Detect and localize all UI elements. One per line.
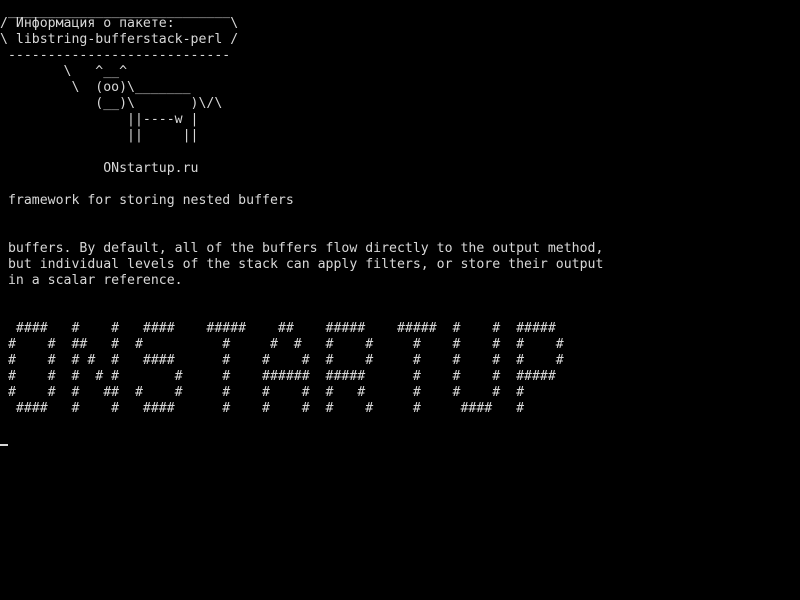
package-description-line: buffers. By default, all of the buffers …	[0, 241, 604, 256]
cow-art-line: \ ^__^	[0, 64, 128, 79]
cow-art-line: || ||	[0, 128, 199, 143]
site-name: ONstartup.ru	[0, 161, 199, 176]
package-description-line: in a scalar reference.	[0, 273, 183, 288]
speech-bubble-line-1: / Информация о пакете: \	[0, 16, 239, 31]
banner-line: # # ## # # # # # # # # # # # #	[0, 337, 564, 352]
banner-line: #### # # #### ##### ## ##### ##### # # #…	[0, 321, 556, 336]
speech-bubble-line-2: \ libstring-bufferstack-perl /	[0, 32, 239, 47]
banner-line: # # # ## # # # # # # # # # # #	[0, 385, 525, 400]
speech-bubble-bottom-border: ----------------------------	[0, 48, 231, 63]
terminal-screen[interactable]: ____________________________ / Информаци…	[0, 0, 800, 600]
banner-line: # # # # # # # ###### ##### # # # #####	[0, 369, 556, 384]
package-summary: framework for storing nested buffers	[0, 193, 294, 208]
cow-art-line: ||----w |	[0, 112, 199, 127]
text-cursor	[0, 444, 8, 446]
cow-art-line: (__)\ )\/\	[0, 96, 223, 111]
banner-line: #### # # #### # # # # # # #### #	[0, 401, 525, 416]
package-description-line: but individual levels of the stack can a…	[0, 257, 604, 272]
banner-line: # # # # # #### # # # # # # # # # #	[0, 353, 564, 368]
cow-art-line: \ (oo)\_______	[0, 80, 191, 95]
